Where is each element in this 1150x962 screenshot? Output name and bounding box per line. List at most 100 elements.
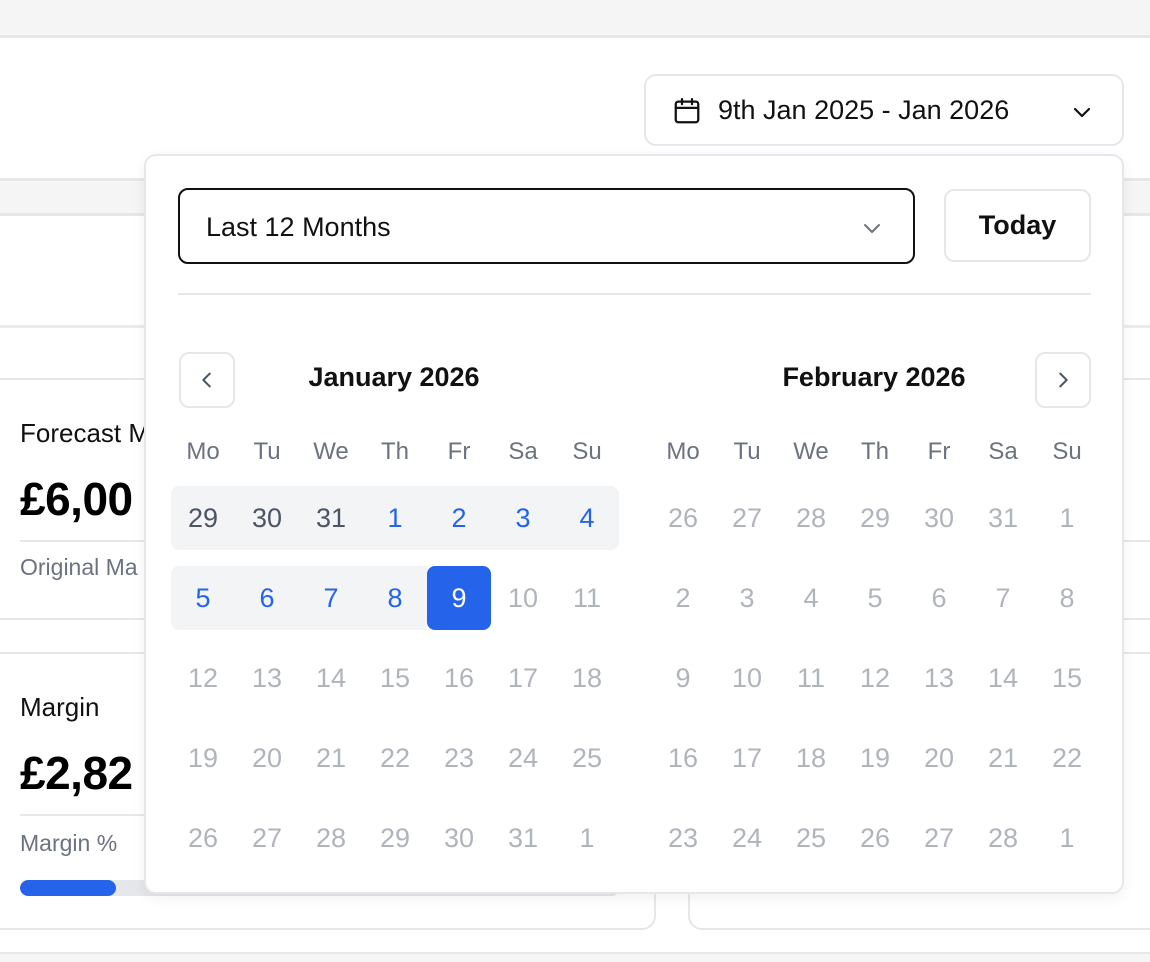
day-cell[interactable]: 20 (907, 726, 971, 790)
day-cell[interactable]: 1 (1035, 806, 1099, 870)
week-row: 5 6 7 8 9 10 11 (171, 566, 619, 630)
day-cell[interactable]: 18 (779, 726, 843, 790)
day-cell[interactable]: 26 (171, 806, 235, 870)
day-cell[interactable]: 10 (491, 566, 555, 630)
day-cell[interactable]: 21 (299, 726, 363, 790)
week-row: 2 3 4 5 6 7 8 (651, 566, 1099, 630)
day-cell[interactable]: 22 (1035, 726, 1099, 790)
bottom-strip (0, 952, 1150, 962)
day-cell[interactable]: 12 (843, 646, 907, 710)
day-cell[interactable]: 28 (971, 806, 1035, 870)
day-cell[interactable]: 31 (971, 486, 1035, 550)
day-cell[interactable]: 1 (1035, 486, 1099, 550)
preset-selected-value: Last 12 Months (206, 212, 391, 242)
weekday-label: Mo (186, 438, 220, 465)
weekday-header: Mo Tu We Th Fr Sa Su (651, 426, 1099, 478)
week-row: 9 10 11 12 13 14 15 (651, 646, 1099, 710)
day-cell[interactable]: 17 (491, 646, 555, 710)
day-cell[interactable]: 19 (843, 726, 907, 790)
weekday-label: We (313, 438, 349, 465)
preset-select[interactable]: Last 12 Months (178, 188, 915, 264)
card-value: £6,00 (20, 473, 133, 525)
day-cell[interactable]: 29 (171, 486, 235, 550)
day-cell[interactable]: 11 (779, 646, 843, 710)
day-cell[interactable]: 17 (715, 726, 779, 790)
day-cell[interactable]: 29 (363, 806, 427, 870)
day-cell[interactable]: 7 (299, 566, 363, 630)
day-cell[interactable]: 30 (907, 486, 971, 550)
day-cell[interactable]: 2 (651, 566, 715, 630)
day-cell[interactable]: 23 (427, 726, 491, 790)
day-cell[interactable]: 6 (907, 566, 971, 630)
date-range-button[interactable]: 9th Jan 2025 - Jan 2026 (644, 74, 1124, 146)
day-cell[interactable]: 2 (427, 486, 491, 550)
day-cell[interactable]: 18 (555, 646, 619, 710)
card-subtitle: Original Ma (20, 554, 138, 580)
dashboard-screen: Forecast M £6,00 Original Ma Margin £2,8… (0, 0, 1150, 962)
next-month-button[interactable] (1035, 352, 1091, 408)
day-cell[interactable]: 13 (907, 646, 971, 710)
day-cell[interactable]: 26 (651, 486, 715, 550)
day-cell[interactable]: 1 (555, 806, 619, 870)
date-picker-popover: Last 12 Months Today January 2026 Februa… (144, 154, 1124, 894)
day-cell[interactable]: 16 (427, 646, 491, 710)
day-cell[interactable]: 26 (843, 806, 907, 870)
previous-month-button[interactable] (179, 352, 235, 408)
day-cell[interactable]: 28 (779, 486, 843, 550)
today-button[interactable]: Today (944, 189, 1091, 262)
day-cell[interactable]: 14 (971, 646, 1035, 710)
week-row: 29 30 31 1 2 3 4 (171, 486, 619, 550)
weekday-label: We (793, 438, 829, 465)
date-range-label: 9th Jan 2025 - Jan 2026 (718, 95, 1010, 125)
day-cell[interactable]: 24 (715, 806, 779, 870)
day-cell[interactable]: 30 (427, 806, 491, 870)
day-cell[interactable]: 30 (235, 486, 299, 550)
day-cell[interactable]: 21 (971, 726, 1035, 790)
day-cell[interactable]: 4 (779, 566, 843, 630)
day-cell[interactable]: 20 (235, 726, 299, 790)
day-cell[interactable]: 19 (171, 726, 235, 790)
day-cell[interactable]: 4 (555, 486, 619, 550)
day-cell[interactable]: 22 (363, 726, 427, 790)
card-value: £2,82 (20, 747, 133, 799)
day-cell[interactable]: 3 (491, 486, 555, 550)
day-cell[interactable]: 27 (235, 806, 299, 870)
weekday-label: Su (572, 438, 602, 465)
card-title: Forecast M (20, 418, 151, 448)
day-cell[interactable]: 10 (715, 646, 779, 710)
day-cell[interactable]: 15 (1035, 646, 1099, 710)
day-cell[interactable]: 9 (651, 646, 715, 710)
day-cell[interactable]: 23 (651, 806, 715, 870)
day-cell[interactable]: 12 (171, 646, 235, 710)
weekday-label: Th (860, 438, 889, 465)
day-cell[interactable]: 11 (555, 566, 619, 630)
day-cell[interactable]: 8 (1035, 566, 1099, 630)
weekday-label: Fr (927, 438, 951, 465)
day-cell[interactable]: 7 (971, 566, 1035, 630)
day-cell[interactable]: 15 (363, 646, 427, 710)
day-cell[interactable]: 1 (363, 486, 427, 550)
day-cell[interactable]: 31 (491, 806, 555, 870)
day-cell[interactable]: 5 (843, 566, 907, 630)
day-cell[interactable]: 5 (171, 566, 235, 630)
month-title: January 2026 (308, 362, 480, 392)
day-cell[interactable]: 28 (299, 806, 363, 870)
day-cell[interactable]: 27 (715, 486, 779, 550)
day-cell[interactable]: 31 (299, 486, 363, 550)
selected-day-cell[interactable]: 9 (427, 566, 491, 630)
day-cell[interactable]: 6 (235, 566, 299, 630)
weekday-header: Mo Tu We Th Fr Sa Su (171, 426, 619, 478)
chevron-down-icon (864, 224, 880, 233)
day-cell[interactable]: 24 (491, 726, 555, 790)
day-cell[interactable]: 8 (363, 566, 427, 630)
day-cell[interactable]: 16 (651, 726, 715, 790)
day-cell[interactable]: 25 (555, 726, 619, 790)
weekday-label: Th (380, 438, 409, 465)
day-cell[interactable]: 27 (907, 806, 971, 870)
day-cell[interactable]: 14 (299, 646, 363, 710)
day-cell[interactable]: 3 (715, 566, 779, 630)
day-cell[interactable]: 25 (779, 806, 843, 870)
popover-divider (178, 293, 1091, 295)
day-cell[interactable]: 13 (235, 646, 299, 710)
day-cell[interactable]: 29 (843, 486, 907, 550)
